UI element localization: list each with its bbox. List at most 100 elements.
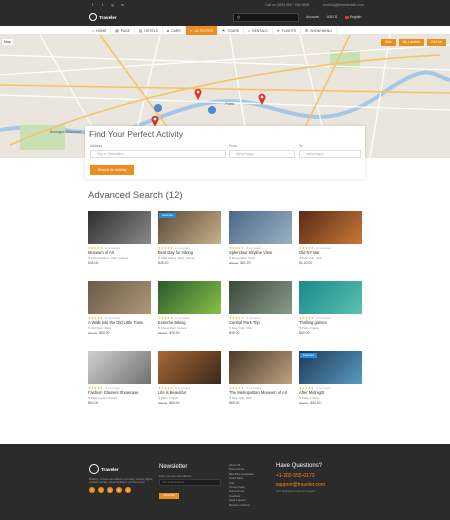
from-date-input[interactable]: dd/mm/yyyy xyxy=(229,150,295,158)
google-icon[interactable]: g xyxy=(110,2,115,7)
map-exit-full-button[interactable]: Exit full xyxy=(427,39,446,46)
activity-image[interactable] xyxy=(229,281,292,314)
linkedin-icon[interactable]: in xyxy=(120,2,125,7)
facebook-icon[interactable]: f xyxy=(90,2,95,7)
activity-title[interactable]: Extreme Biking xyxy=(158,320,186,325)
activity-card[interactable]: ★★★★★ 4 reviews A Walk into the Old Little… xyxy=(88,281,151,343)
activity-image[interactable] xyxy=(88,351,151,384)
subscribe-button[interactable]: Subscribe xyxy=(159,493,179,499)
activity-title[interactable]: Splendour Skyline View xyxy=(229,250,272,255)
activity-card[interactable]: ★★★★★ 4 reviews Extreme Biking ⚲ Forest Par… xyxy=(158,281,221,343)
map-my-location-button[interactable]: My Location xyxy=(398,39,425,46)
nav-items: ⌂ HOME ▤ PAGE ▥ HOTELS ◘ CARS ✦ ACTIVITIES ⚑ TOURS ⌂… xyxy=(88,26,337,35)
nav-item-rentals[interactable]: ⌂ RENTALS xyxy=(244,26,273,35)
activity-image[interactable] xyxy=(158,281,221,314)
activity-title[interactable]: A Walk into the Old Little Town xyxy=(88,320,143,325)
activity-image[interactable] xyxy=(229,211,292,244)
nav-item-page[interactable]: ▤ PAGE xyxy=(111,26,135,35)
activity-title[interactable]: After Midnight xyxy=(299,390,324,395)
activity-title[interactable]: Old NY Bar xyxy=(299,250,320,255)
map-type-label[interactable]: Map xyxy=(2,39,13,45)
activity-card[interactable]: ★★★★★ 3 reviews Splendour Skyline View ⚲ Mo… xyxy=(229,211,292,273)
activity-card[interactable]: ★★★★★ 4 reviews Thrilling games ⚲ Paris, Fr… xyxy=(299,281,362,343)
map-hide-button[interactable]: Hide xyxy=(380,39,396,46)
account-link[interactable]: Account xyxy=(306,15,319,19)
address-input[interactable]: City or Destination xyxy=(90,150,226,158)
nav-item-activities[interactable]: ✦ ACTIVITIES xyxy=(185,26,218,35)
activity-price: $68.00 $66.00 xyxy=(158,401,180,405)
activity-card[interactable]: ★★★★★ 4 reviews The Metropolitan Museum of… xyxy=(229,351,292,413)
nav-item-flights[interactable]: ✈ FLIGHTS xyxy=(273,26,301,35)
twitter-icon[interactable]: t xyxy=(100,2,105,7)
footer-social: f t g in p xyxy=(89,487,131,493)
header-search-input[interactable]: ⚲ xyxy=(233,13,299,22)
activity-title[interactable]: Central Park Trip xyxy=(229,320,260,325)
main-nav: ⌂ HOME ▤ PAGE ▥ HOTELS ◘ CARS ✦ ACTIVITIES ⚑ TOURS ⌂… xyxy=(0,26,450,35)
support-email[interactable]: support@traveler.com xyxy=(276,482,325,488)
nav-item-cars[interactable]: ◘ CARS xyxy=(163,26,186,35)
activity-card[interactable]: ★★★★★ 4 reviews Old NY Bar ⚲ New York, USA $… xyxy=(299,211,362,273)
footer-description: Booking, reviews and advices on hotels, … xyxy=(89,478,153,485)
nav-item-show-menu[interactable]: ☰ SHOW MENU xyxy=(301,26,337,35)
map-place-paris: Paris xyxy=(225,101,235,106)
nav-item-tours[interactable]: ⚑ TOURS xyxy=(218,26,245,35)
questions-title: Have Questions? xyxy=(276,463,323,469)
activity-title[interactable]: The Metropolitan Museum of Art xyxy=(229,390,287,395)
activity-location: ⚲ Old Town, Paris xyxy=(88,326,111,330)
activity-image[interactable] xyxy=(299,211,362,244)
activity-card[interactable]: Featured ★★★★★ 4 reviews Best Day for Hikin… xyxy=(158,211,221,273)
activity-price: $60.00 xyxy=(299,331,309,335)
support-phone[interactable]: +1-202-555-0173 xyxy=(276,473,315,479)
location-text: Walk Hiking, Paris, France xyxy=(160,256,195,260)
activity-card[interactable]: Featured ★★★★★ 4 reviews After Midnight ⚲ Pa… xyxy=(299,351,362,413)
activity-image[interactable] xyxy=(88,281,151,314)
newsletter-email-input[interactable]: Your email address xyxy=(159,479,221,486)
activity-title[interactable]: Fashion Glasses Showcase xyxy=(88,390,139,395)
location-text: New York, USA xyxy=(301,256,322,260)
language-select[interactable]: English xyxy=(344,15,361,19)
activity-image[interactable] xyxy=(229,351,292,384)
activity-title[interactable]: Life is Beautiful xyxy=(158,390,186,395)
activity-image[interactable] xyxy=(299,281,362,314)
current-price: $60.00 xyxy=(299,331,310,335)
search-activity-button[interactable]: Search for Activity xyxy=(90,165,134,175)
currency-select[interactable]: USD $ xyxy=(327,15,337,19)
logo[interactable]: Traveler xyxy=(89,13,117,21)
nav-item-label: ACTIVITIES xyxy=(194,28,213,33)
to-label: To xyxy=(299,144,303,148)
activity-title[interactable]: Museum of Art xyxy=(88,250,114,255)
page-icon: ▤ xyxy=(115,28,119,33)
featured-badge: Featured xyxy=(159,213,176,218)
location-text: Paris, France xyxy=(301,396,320,400)
nav-item-label: FLIGHTS xyxy=(281,28,296,33)
footer-twitter-icon[interactable]: t xyxy=(98,487,104,493)
nav-item-home[interactable]: ⌂ HOME xyxy=(88,26,112,35)
activity-image[interactable] xyxy=(88,211,151,244)
activity-card[interactable]: ★★★★★ 4 reviews Museum of Art ⚲ Paris Museu… xyxy=(88,211,151,273)
footer-google-icon[interactable]: g xyxy=(107,487,113,493)
old-price: $88.00 xyxy=(229,261,239,265)
activity-price: $69.00 $54.00 xyxy=(299,401,321,405)
nav-item-label: PAGE xyxy=(120,28,130,33)
activity-price: $65.00 xyxy=(229,401,239,405)
activity-image[interactable] xyxy=(158,351,221,384)
activity-title[interactable]: Thrilling games xyxy=(299,320,327,325)
account-links: Account USD $ English xyxy=(306,15,361,19)
activity-title[interactable]: Best Day for Hiking xyxy=(158,250,193,255)
current-price: $45.20 xyxy=(158,261,169,265)
footer-facebook-icon[interactable]: f xyxy=(89,487,95,493)
nav-item-label: TOURS xyxy=(227,28,240,33)
footer-link[interactable]: Become a Partner xyxy=(229,504,254,508)
footer-linkedin-icon[interactable]: in xyxy=(116,487,122,493)
top-email[interactable]: booking@travelersite.com xyxy=(323,3,364,7)
activity-price: $64.00 xyxy=(88,401,98,405)
search-icon: ⚲ xyxy=(237,15,241,20)
footer-pinterest-icon[interactable]: p xyxy=(125,487,131,493)
activity-card[interactable]: ★★★★★ 4 reviews Central Park Trip ⚲ New Yor… xyxy=(229,281,292,343)
to-date-input[interactable]: dd/mm/yyyy xyxy=(299,150,361,158)
footer-logo[interactable]: Traveler xyxy=(89,464,119,474)
activity-card[interactable]: ★★★★★ 4 reviews Life is Beautiful ⚲ Paris, … xyxy=(158,351,221,413)
activity-card[interactable]: ★★★★★ 4 reviews Fashion Glasses Showcase ⚲ … xyxy=(88,351,151,413)
home-icon: ⌂ xyxy=(92,28,95,33)
nav-item-hotels[interactable]: ▥ HOTELS xyxy=(135,26,163,35)
